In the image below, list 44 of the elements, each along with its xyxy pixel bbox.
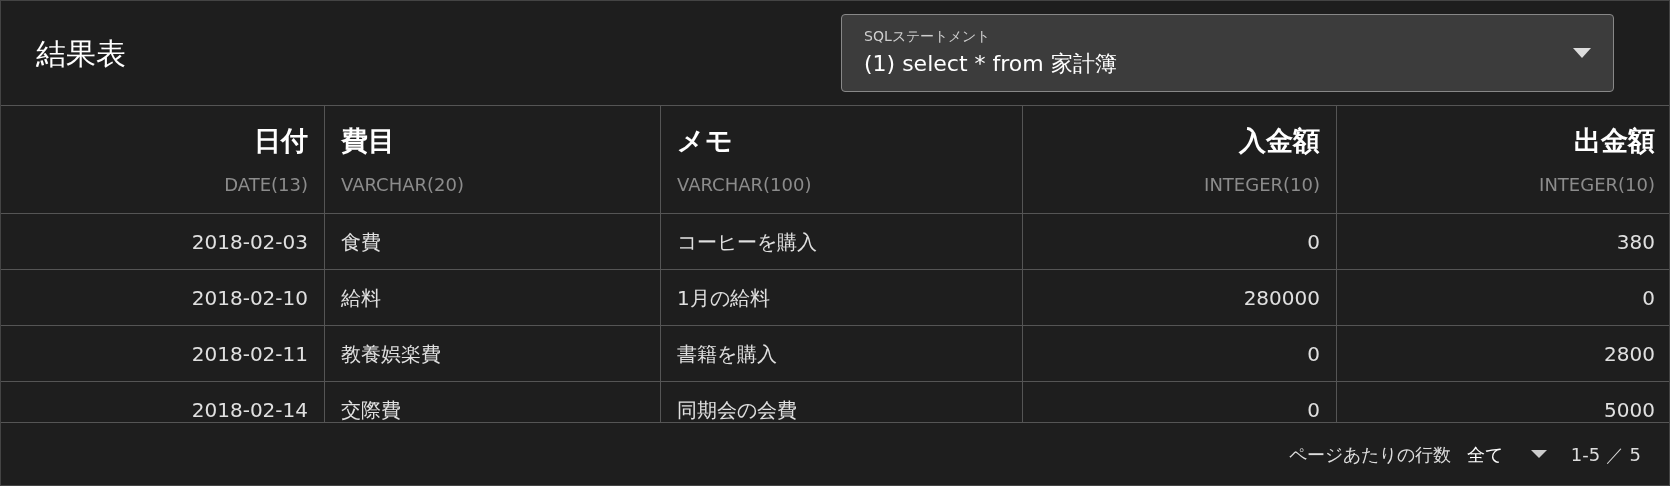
column-header[interactable]: 入金額 INTEGER(10) [1023, 106, 1337, 213]
rows-per-page-label: ページあたりの行数 [1288, 442, 1451, 467]
column-header[interactable]: 日付 DATE(13) [1, 106, 325, 213]
table-cell: 0 [1023, 326, 1337, 381]
column-type: VARCHAR(100) [677, 173, 812, 198]
table-cell: 280000 [1023, 270, 1337, 325]
column-type: INTEGER(10) [1539, 173, 1655, 198]
column-name: 出金額 [1574, 123, 1655, 158]
table-title: 結果表 [36, 34, 126, 73]
column-type: VARCHAR(20) [341, 173, 464, 198]
table-cell-text: 2800 [1603, 340, 1656, 368]
dropdown-label: SQLステートメント [864, 27, 991, 46]
column-name: 日付 [254, 123, 308, 158]
rows-per-page-select[interactable]: 全て [1466, 440, 1555, 468]
column-header[interactable]: メモ VARCHAR(100) [661, 106, 1023, 213]
column-name: メモ [677, 123, 733, 158]
table-cell: 2018-02-14 [1, 382, 325, 422]
table-cell: 交際費 [325, 382, 661, 422]
column-name: 入金額 [1239, 123, 1320, 158]
column-header[interactable]: 費目 VARCHAR(20) [325, 106, 661, 213]
column-name: 費目 [341, 123, 395, 158]
table-cell: 給料 [325, 270, 661, 325]
table-cell: 同期会の会費 [661, 382, 1023, 422]
dropdown-value: (1) select * from 家計簿 [864, 50, 1117, 78]
table-cell-text: 0 [1641, 284, 1656, 312]
statement-dropdown[interactable]: SQLステートメント (1) select * from 家計簿 [841, 14, 1614, 92]
dropdown-caret-icon [1573, 48, 1591, 58]
table-cell: 2018-02-03 [1, 214, 325, 269]
table-cell-text: 380 [1615, 228, 1656, 256]
table-cell: 0 [1023, 214, 1337, 269]
table-cell-text: 5000 [1603, 396, 1656, 422]
table-cell: 2018-02-10 [1, 270, 325, 325]
page-range: 1-5 ／ 5 [1570, 442, 1641, 467]
table-cell: 2018-02-11 [1, 326, 325, 381]
column-type: DATE(13) [224, 173, 308, 198]
table-cell: 書籍を購入 [661, 326, 1023, 381]
column-header[interactable]: 出金額 INTEGER(10) [1337, 106, 1670, 213]
table-cell: 0 [1023, 382, 1337, 422]
table-cell: 教養娯楽費 [325, 326, 661, 381]
column-type: INTEGER(10) [1204, 173, 1320, 198]
table-cell: コーヒーを購入 [661, 214, 1023, 269]
table-cell: 1月の給料 [661, 270, 1023, 325]
caret-icon [1530, 450, 1547, 458]
table-cell: 食費 [325, 214, 661, 269]
